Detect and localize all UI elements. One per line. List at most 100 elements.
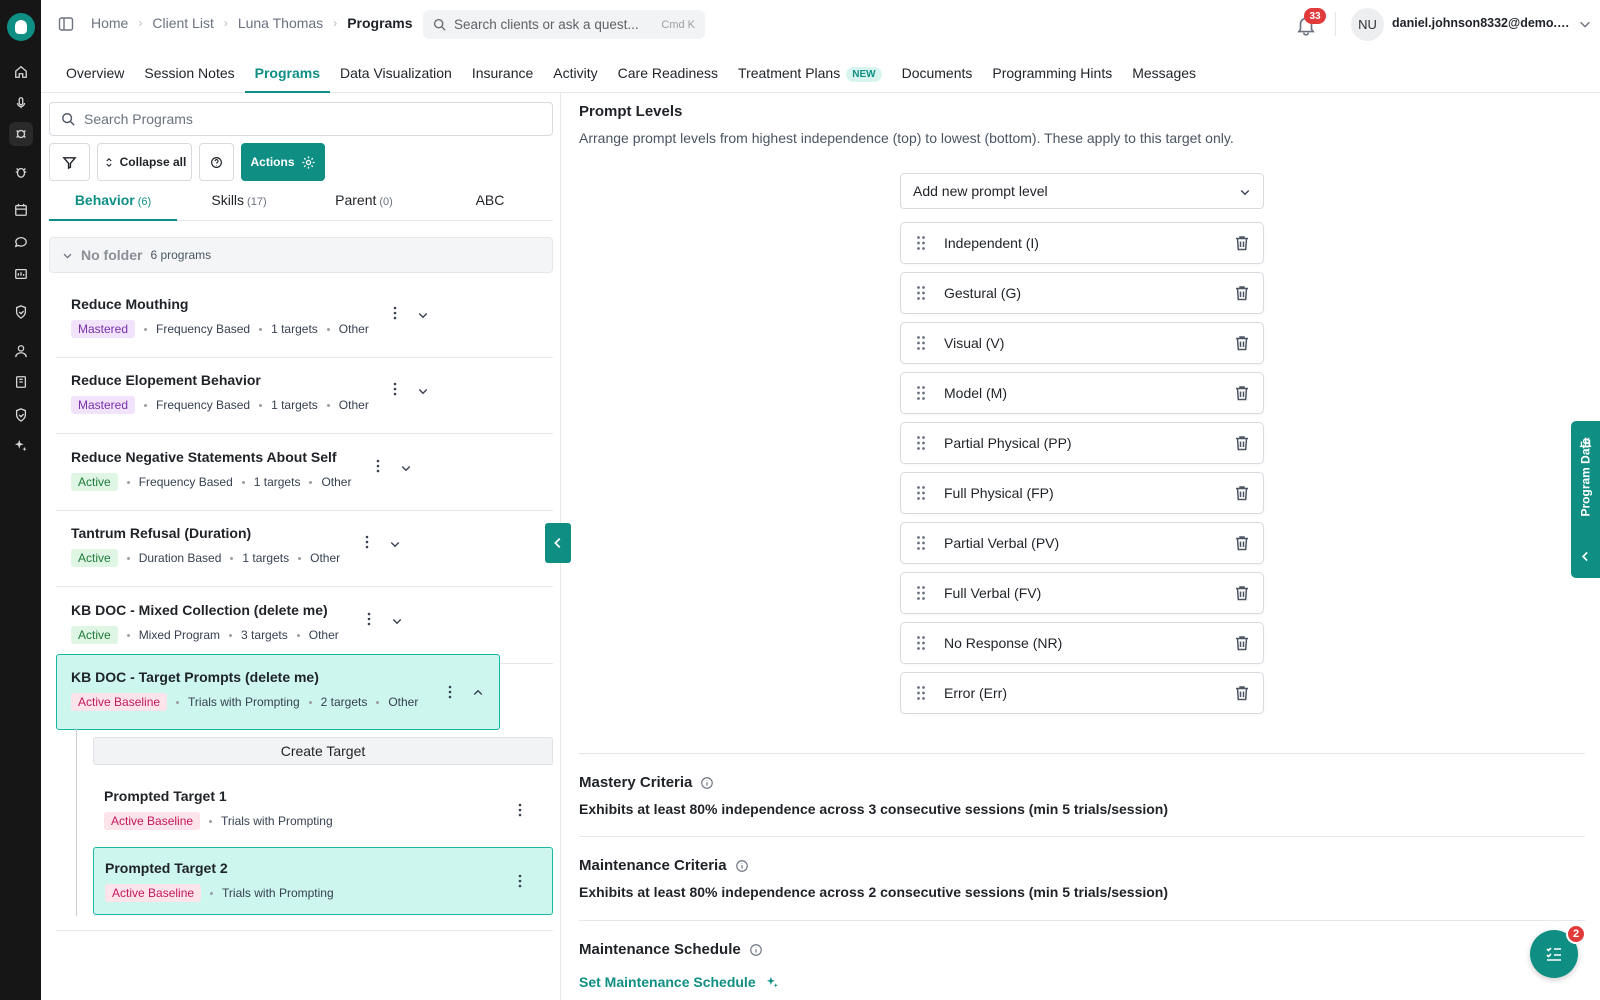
home-icon[interactable] [9,60,33,84]
subtab-abc[interactable]: ABC [427,192,553,221]
drag-handle-icon[interactable] [916,385,926,401]
program-row[interactable]: Reduce Mouthing Mastered Frequency Based… [56,282,553,358]
user-email[interactable]: daniel.johnson8332@demo.al... [1392,16,1574,30]
user-icon[interactable] [9,339,33,363]
drag-handle-icon[interactable] [916,685,926,701]
create-target-button[interactable]: Create Target [93,737,553,765]
prompt-level-item[interactable]: Partial Physical (PP) [900,422,1264,464]
filter-button[interactable] [49,143,90,181]
chevron-down-icon[interactable] [417,309,429,321]
collapse-panel-button[interactable] [545,523,571,563]
chat-icon[interactable] [9,230,33,254]
more-options-icon[interactable] [515,802,525,818]
trash-icon[interactable] [1233,334,1251,352]
breadcrumb-home[interactable]: Home [91,15,128,31]
sparkle-icon[interactable] [9,434,33,458]
tab-messages[interactable]: Messages [1122,56,1206,92]
program-row[interactable]: Tantrum Refusal (Duration) Active Durati… [56,511,553,587]
microphone-icon[interactable] [9,91,33,115]
program-search-input[interactable]: Search Programs [49,102,553,136]
trash-icon[interactable] [1233,234,1251,252]
program-row[interactable]: KB DOC - Mixed Collection (delete me) Ac… [56,588,553,664]
prompt-level-item[interactable]: Full Physical (FP) [900,472,1264,514]
prompt-level-item[interactable]: No Response (NR) [900,622,1264,664]
actions-button[interactable]: Actions [241,143,325,181]
chevron-down-icon[interactable] [400,462,412,474]
breadcrumb-client[interactable]: Luna Thomas [238,15,323,31]
folder-header[interactable]: No folder 6 programs [49,237,553,273]
subtab-skills[interactable]: Skills (17) [177,192,301,221]
tab-overview[interactable]: Overview [56,56,134,92]
more-options-icon[interactable] [445,684,455,700]
sidebar-toggle-icon[interactable] [58,16,74,32]
collapse-all-button[interactable]: Collapse all [97,143,192,181]
help-button[interactable] [199,143,234,181]
bug-icon[interactable] [9,160,33,184]
chevron-down-icon[interactable] [417,385,429,397]
info-icon[interactable] [749,943,763,957]
book-icon[interactable] [9,370,33,394]
drag-handle-icon[interactable] [916,535,926,551]
more-options-icon[interactable] [364,611,374,627]
drag-handle-icon[interactable] [916,635,926,651]
app-logo[interactable] [7,13,35,41]
shield-icon[interactable] [9,300,33,324]
more-options-icon[interactable] [373,458,383,474]
chevron-down-icon[interactable] [391,615,403,627]
more-options-icon[interactable] [390,305,400,321]
add-prompt-level-select[interactable]: Add new prompt level [900,173,1264,209]
tab-insurance[interactable]: Insurance [462,56,543,92]
set-maintenance-schedule-link[interactable]: Set Maintenance Schedule [579,974,779,988]
trash-icon[interactable] [1233,484,1251,502]
prompt-level-item[interactable]: Error (Err) [900,672,1264,714]
tab-session-notes[interactable]: Session Notes [134,56,244,92]
program-row[interactable]: Reduce Elopement Behavior Mastered Frequ… [56,358,553,434]
trash-icon[interactable] [1233,534,1251,552]
prompt-level-item[interactable]: Full Verbal (FV) [900,572,1264,614]
prompt-level-item[interactable]: Model (M) [900,372,1264,414]
info-icon[interactable] [735,859,749,873]
drag-handle-icon[interactable] [916,435,926,451]
shield-check-icon[interactable] [9,403,33,427]
subtab-parent[interactable]: Parent (0) [301,192,427,221]
prompt-level-item[interactable]: Independent (I) [900,222,1264,264]
tab-data-visualization[interactable]: Data Visualization [330,56,462,92]
program-row[interactable]: Reduce Negative Statements About Self Ac… [56,435,553,511]
billing-icon[interactable] [9,262,33,286]
more-options-icon[interactable] [390,381,400,397]
trash-icon[interactable] [1233,584,1251,602]
tab-programs[interactable]: Programs [244,56,331,93]
prompt-level-item[interactable]: Partial Verbal (PV) [900,522,1264,564]
chevron-up-icon[interactable] [472,687,484,699]
target-row[interactable]: Prompted Target 1 Active Baseline Trials… [93,776,553,844]
prompt-level-item[interactable]: Gestural (G) [900,272,1264,314]
chevron-down-icon[interactable] [389,538,401,550]
drag-handle-icon[interactable] [916,335,926,351]
trash-icon[interactable] [1233,384,1251,402]
drag-handle-icon[interactable] [916,285,926,301]
program-data-tab[interactable]: Program Data [1571,421,1600,578]
prompt-level-item[interactable]: Visual (V) [900,322,1264,364]
drag-handle-icon[interactable] [916,485,926,501]
program-row-selected[interactable]: KB DOC - Target Prompts (delete me) Acti… [56,654,500,730]
subtab-behavior[interactable]: Behavior (6) [49,192,177,221]
tab-documents[interactable]: Documents [892,56,983,92]
tab-activity[interactable]: Activity [543,56,607,92]
target-row-selected[interactable]: Prompted Target 2 Active Baseline Trials… [93,847,553,915]
tab-care-readiness[interactable]: Care Readiness [608,56,728,92]
clients-icon[interactable] [9,122,33,146]
more-options-icon[interactable] [362,534,372,550]
drag-handle-icon[interactable] [916,585,926,601]
trash-icon[interactable] [1233,684,1251,702]
tab-treatment-plans[interactable]: Treatment Plans NEW [728,56,892,92]
info-icon[interactable] [700,776,714,790]
trash-icon[interactable] [1233,284,1251,302]
breadcrumb-client-list[interactable]: Client List [152,15,213,31]
global-search[interactable]: Search clients or ask a quest... Cmd K [423,10,705,39]
drag-handle-icon[interactable] [916,235,926,251]
trash-icon[interactable] [1233,634,1251,652]
avatar[interactable]: NU [1351,8,1384,41]
tab-programming-hints[interactable]: Programming Hints [982,56,1122,92]
chevron-down-icon[interactable] [1578,17,1592,31]
more-options-icon[interactable] [515,873,525,889]
